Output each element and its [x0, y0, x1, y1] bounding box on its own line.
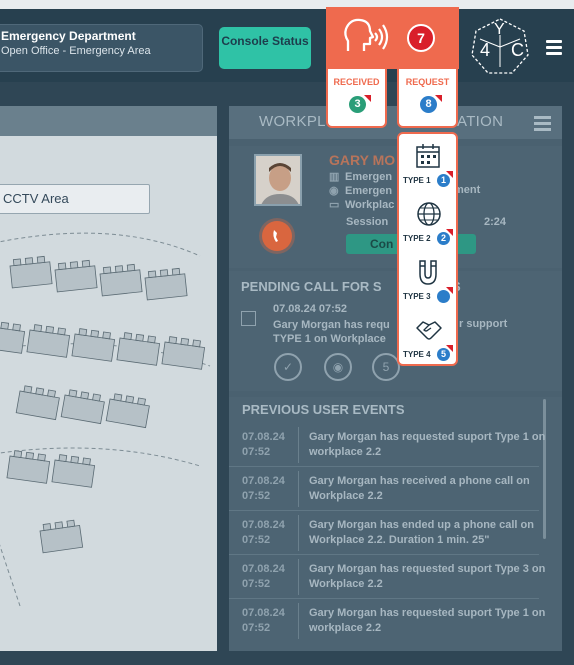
desk-cluster[interactable]	[15, 385, 60, 421]
request-types-list: TYPE 1 1 TYPE 2 2 TYPE 3 TYPE 4 5	[397, 132, 458, 366]
desk-cluster[interactable]	[54, 259, 98, 293]
event-row[interactable]: 07.08.24 07:52 Gary Morgan has requested …	[229, 599, 547, 643]
desk-icon: ▭	[329, 199, 340, 211]
red-flag-icon	[446, 287, 453, 294]
top-strip	[0, 0, 574, 9]
desk-cluster[interactable]	[26, 324, 71, 358]
requests-popup-tab[interactable]: 7	[326, 7, 459, 69]
calendar-icon	[416, 144, 440, 168]
logo-letter-c: C	[511, 40, 524, 60]
main-menu-icon[interactable]	[546, 40, 562, 55]
area-select[interactable]: CCTV Area	[0, 184, 150, 214]
previous-events-title: PREVIOUS USER EVENTS	[242, 402, 405, 417]
event-row[interactable]: 07.08.24 07:52 Gary Morgan has requested …	[229, 423, 547, 467]
pending-call-section: PENDING CALL FOR S TS 07.08.24 07:52 Gar…	[229, 271, 562, 391]
received-label: RECEIVED	[333, 77, 380, 87]
info-area: ◉ Emergen	[329, 185, 393, 197]
type-4-label: TYPE 4	[403, 350, 431, 359]
red-flag-icon	[446, 171, 453, 178]
received-tab[interactable]: RECEIVED 3	[326, 69, 387, 128]
type-1-item[interactable]: TYPE 1 1	[399, 134, 456, 192]
desk-cluster[interactable]	[6, 450, 51, 484]
pending-text-end: r support	[459, 318, 508, 330]
red-flag-icon	[364, 95, 371, 102]
top-bar: Emergency Department Open Office - Emerg…	[0, 0, 574, 82]
session-time: 2:24	[484, 216, 507, 228]
session-label: Session	[346, 216, 389, 228]
workplace-title-left: WORKPL	[259, 113, 326, 130]
user-card: GARY MO ▥Emergen ◉Emergen ▭Workplac r me…	[229, 146, 562, 268]
building-icon: ▥	[329, 171, 340, 183]
pending-count-button[interactable]: 5	[372, 353, 400, 381]
location-pin-icon: ◉	[329, 185, 339, 197]
user-avatar	[254, 154, 302, 206]
desk-cluster[interactable]	[161, 336, 206, 370]
map-panel: CCTV Area	[0, 106, 217, 651]
workplace-title-right: ATION	[457, 113, 504, 130]
desk-cluster[interactable]	[60, 389, 105, 425]
event-row[interactable]: 07.08.24 07:52 Gary Morgan has ended up a…	[229, 511, 547, 555]
type-2-label: TYPE 2	[403, 234, 431, 243]
4yc-logo: 4 Y C	[470, 17, 530, 75]
type-3-label: TYPE 3	[403, 292, 431, 301]
request-tab[interactable]: REQUEST 8	[397, 69, 458, 128]
view-eye-icon[interactable]: ◉	[324, 353, 352, 381]
type-2-item[interactable]: TYPE 2 2	[399, 192, 456, 250]
logo-letter-4: 4	[480, 40, 490, 60]
previous-events-section: PREVIOUS USER EVENTS 07.08.24 07:52 Gary …	[229, 397, 562, 651]
desk-cluster[interactable]	[105, 393, 150, 429]
accept-check-icon[interactable]: ✓	[274, 353, 302, 381]
floor-map[interactable]: CCTV Area	[0, 136, 217, 651]
desk-cluster[interactable]	[144, 267, 188, 301]
logo-letter-y: Y	[494, 21, 505, 38]
calendar-icon	[241, 311, 256, 326]
info-department: ▥ Emergen	[329, 171, 393, 183]
magnet-icon	[419, 260, 437, 285]
type-3-item[interactable]: TYPE 3	[399, 250, 456, 308]
panel-menu-icon[interactable]	[534, 116, 551, 134]
desk-cluster[interactable]	[99, 263, 143, 297]
desk-cluster[interactable]	[51, 454, 96, 488]
globe-icon	[417, 202, 441, 226]
pending-title: PENDING CALL FOR S	[241, 279, 382, 294]
handshake-icon	[416, 321, 442, 340]
red-flag-icon	[446, 229, 453, 236]
type-1-label: TYPE 1	[403, 176, 431, 185]
red-flag-icon	[435, 95, 442, 102]
console-status-button[interactable]: Console Status	[219, 27, 311, 69]
pending-datetime: 07.08.24 07:52	[273, 303, 348, 315]
map-panel-header	[0, 106, 217, 136]
department-name: Emergency Department	[1, 29, 136, 43]
total-requests-badge: 7	[407, 24, 435, 52]
info-workplace: ▭ Workplac	[329, 199, 395, 211]
user-name: GARY MO	[329, 152, 396, 168]
desk-cluster[interactable]	[0, 320, 26, 354]
desk-cluster[interactable]	[39, 519, 84, 554]
speaking-head-icon	[342, 17, 394, 62]
phone-call-icon[interactable]	[262, 221, 292, 251]
desk-cluster[interactable]	[116, 332, 161, 366]
workplace-panel-header: WORKPL ATION	[229, 106, 562, 139]
pending-text: Gary Morgan has requ TYPE 1 on Workplace	[273, 319, 390, 345]
workplace-panel: WORKPL ATION GARY MO ▥ Emergen ◉ Emergen ▭…	[229, 106, 562, 651]
event-row[interactable]: 07.08.24 07:52 Gary Morgan has requested …	[229, 555, 547, 599]
desk-cluster[interactable]	[71, 328, 116, 362]
desk-cluster[interactable]	[9, 255, 53, 289]
red-flag-icon	[446, 345, 453, 352]
department-selector[interactable]: Emergency Department Open Office - Emerg…	[0, 24, 203, 72]
request-label: REQUEST	[405, 77, 450, 87]
type-4-item[interactable]: TYPE 4 5	[399, 308, 456, 366]
event-row[interactable]: 07.08.24 07:52 Gary Morgan has received a…	[229, 467, 547, 511]
department-location: Open Office - Emergency Area	[1, 45, 151, 57]
